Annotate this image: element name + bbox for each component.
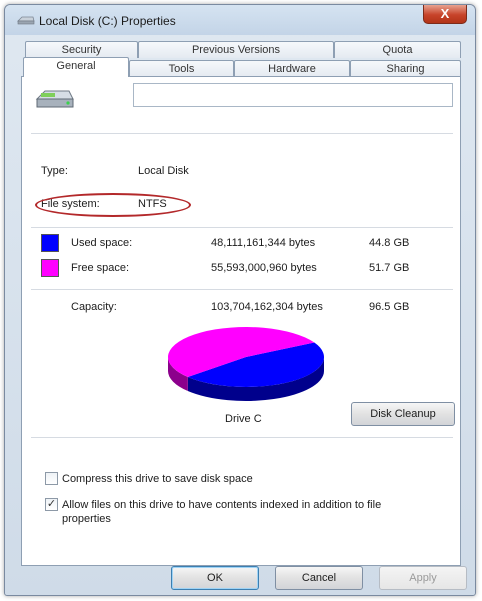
type-label: Type:	[41, 165, 68, 177]
cancel-button[interactable]: Cancel	[275, 566, 363, 590]
disk-usage-pie-chart	[167, 326, 324, 401]
ok-button[interactable]: OK	[171, 566, 259, 590]
close-button[interactable]: X	[423, 5, 467, 24]
capacity-label: Capacity:	[71, 301, 117, 313]
tab-security-label: Security	[61, 44, 102, 56]
tab-quota-label: Quota	[382, 44, 413, 56]
close-icon: X	[440, 6, 450, 21]
disk-cleanup-button-label: Disk Cleanup	[370, 408, 436, 420]
tab-tools[interactable]: Tools	[129, 60, 234, 77]
drive-label: Drive C	[225, 413, 262, 425]
tab-security[interactable]: Security	[25, 41, 138, 58]
compress-checkbox[interactable]	[45, 472, 58, 485]
disk-cleanup-button[interactable]: Disk Cleanup	[351, 402, 455, 426]
compress-label: Compress this drive to save disk space	[62, 473, 253, 485]
ok-button-label: OK	[207, 572, 223, 584]
divider-top	[31, 133, 453, 134]
apply-button[interactable]: Apply	[379, 566, 467, 590]
window-title: Local Disk (C:) Properties	[39, 14, 176, 28]
cancel-button-label: Cancel	[301, 572, 337, 584]
used-space-bytes: 48,111,161,344 bytes	[211, 237, 316, 249]
drive-title-icon	[17, 16, 35, 25]
divider-capacity	[31, 289, 453, 290]
tab-quota[interactable]: Quota	[334, 41, 461, 58]
free-space-label: Free space:	[71, 262, 130, 274]
free-space-bytes: 55,593,000,960 bytes	[211, 262, 317, 274]
drive-icon	[35, 90, 74, 108]
index-checkbox[interactable]: ✓	[45, 498, 58, 511]
tab-general[interactable]: General	[23, 57, 129, 77]
used-space-swatch	[41, 234, 59, 252]
index-label-line1: Allow files on this drive to have conten…	[62, 499, 382, 511]
tab-sharing-label: Sharing	[386, 63, 425, 75]
tab-tools-label: Tools	[168, 63, 195, 75]
tab-general-label: General	[56, 60, 96, 72]
apply-button-label: Apply	[409, 572, 437, 584]
type-value: Local Disk	[138, 165, 189, 177]
drive-name-input[interactable]	[133, 83, 453, 107]
tab-sharing[interactable]: Sharing	[350, 60, 461, 77]
properties-window: Local Disk (C:) Properties X Security Pr…	[4, 4, 476, 596]
general-tab-panel	[21, 76, 461, 566]
index-check-mark: ✓	[46, 498, 57, 510]
divider-middle	[31, 227, 453, 228]
tab-hardware[interactable]: Hardware	[234, 60, 350, 77]
used-space-size: 44.8 GB	[369, 237, 410, 249]
capacity-bytes: 103,704,162,304 bytes	[211, 301, 323, 313]
free-space-swatch	[41, 259, 59, 277]
tab-hardware-label: Hardware	[268, 63, 316, 75]
title-bar[interactable]: Local Disk (C:) Properties X	[5, 5, 475, 35]
tab-previous-versions[interactable]: Previous Versions	[138, 41, 334, 58]
tab-previous-versions-label: Previous Versions	[191, 44, 281, 56]
capacity-size: 96.5 GB	[369, 301, 410, 313]
used-space-label: Used space:	[71, 237, 133, 249]
free-space-size: 51.7 GB	[369, 262, 410, 274]
divider-bottom	[31, 437, 453, 438]
highlight-oval	[35, 193, 191, 217]
index-label-line2: properties	[62, 513, 111, 525]
